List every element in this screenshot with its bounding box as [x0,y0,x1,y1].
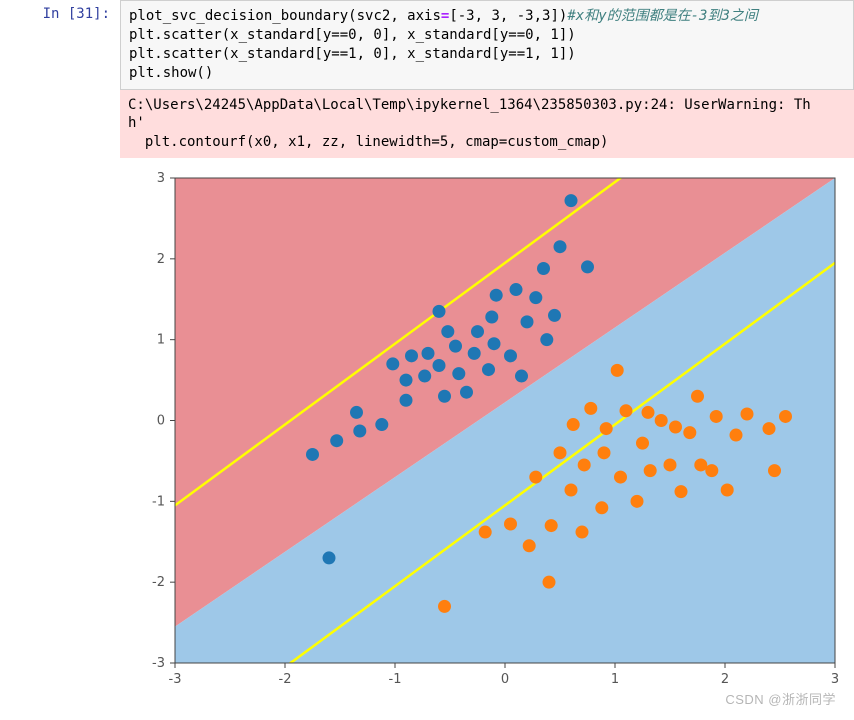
svg-text:-3: -3 [169,672,182,687]
plot-output: -3 -2 -1 0 1 2 3 -3 -2 -1 0 1 2 3 [120,158,854,698]
svg-text:2: 2 [721,672,729,687]
watermark: CSDN @浙浙同学 [725,689,836,708]
svg-text:-2: -2 [152,575,165,590]
cell-plot: -3 -2 -1 0 1 2 3 -3 -2 -1 0 1 2 3 [0,158,854,698]
svg-text:-3: -3 [152,656,165,671]
svg-text:-1: -1 [152,495,165,510]
cell-input: In [31]: plot_svc_decision_boundary(svc2… [0,0,854,90]
cell-stderr: C:\Users\24245\AppData\Local\Temp\ipyker… [0,90,854,159]
svg-text:1: 1 [611,672,619,687]
stderr-output: C:\Users\24245\AppData\Local\Temp\ipyker… [120,90,854,159]
svg-text:3: 3 [157,171,165,186]
svg-text:-1: -1 [389,672,402,687]
svc-decision-chart: -3 -2 -1 0 1 2 3 -3 -2 -1 0 1 2 3 [120,168,850,698]
svg-text:-2: -2 [279,672,292,687]
svg-text:2: 2 [157,252,165,267]
code-area[interactable]: plot_svc_decision_boundary(svc2, axis=[-… [120,0,854,90]
svg-text:0: 0 [157,414,165,429]
svg-text:1: 1 [157,333,165,348]
svg-text:3: 3 [831,672,839,687]
svg-text:0: 0 [501,672,509,687]
input-prompt: In [31]: [0,0,120,90]
